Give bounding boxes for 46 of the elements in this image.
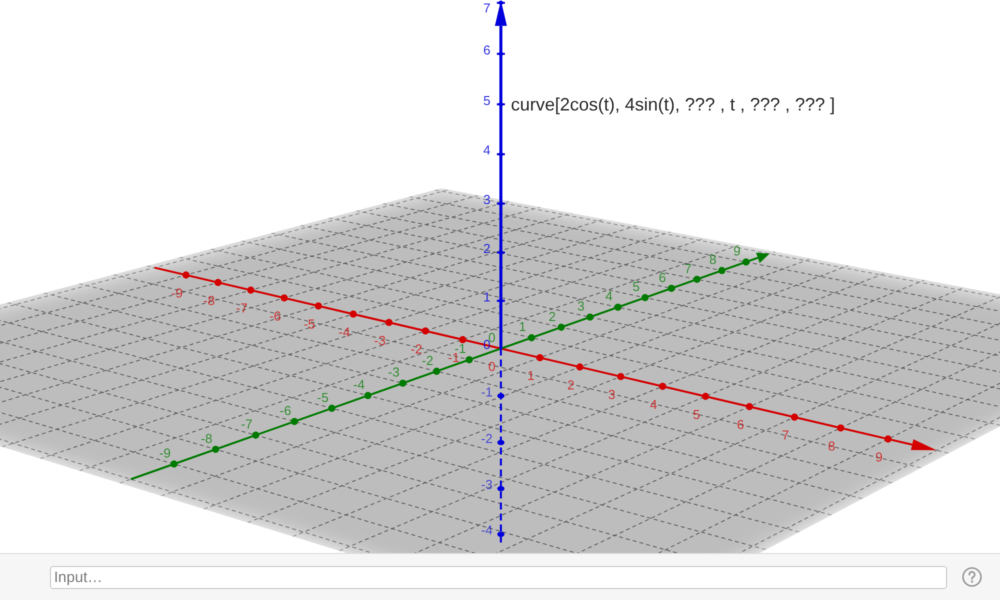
- tick-label: 3: [577, 298, 585, 314]
- tick-label: 9: [733, 244, 741, 258]
- tick-label: 4: [650, 396, 658, 412]
- tick-label: -3: [388, 364, 400, 380]
- tick-label: 1: [483, 289, 490, 304]
- tick-label: -9: [171, 286, 183, 300]
- tick-label: 4: [605, 288, 613, 304]
- help-icon[interactable]: [962, 567, 982, 587]
- tick-label: 1: [518, 319, 526, 334]
- tick-label: -6: [269, 308, 281, 324]
- tick-label: 5: [632, 279, 640, 294]
- tick-label: 2: [548, 308, 556, 324]
- tick-label: -4: [338, 324, 350, 340]
- tick-label: 5: [483, 92, 490, 108]
- tick-label: -2: [422, 352, 434, 368]
- tick-label: 4: [483, 142, 490, 158]
- tick-label: 7: [782, 428, 790, 443]
- tick-label: -3: [374, 332, 386, 348]
- tick-label: 1: [527, 368, 535, 384]
- tick-label: -6: [280, 402, 292, 418]
- tick-label: -9: [159, 446, 171, 460]
- input-field[interactable]: Input…: [50, 566, 947, 588]
- tick-label: 3: [483, 192, 490, 208]
- tick-label: 6: [658, 270, 666, 285]
- tick-label: 5: [692, 406, 700, 422]
- tick-label: -3: [481, 477, 493, 492]
- tick-label: -8: [203, 293, 215, 308]
- tick-label: 0: [488, 359, 496, 374]
- tick-label: 2: [483, 240, 490, 256]
- tick-label: -5: [304, 316, 316, 332]
- tick-label: -2: [410, 341, 422, 356]
- tick-label: -7: [240, 416, 252, 432]
- tick-label: -4: [481, 522, 493, 538]
- tick-label: 6: [483, 42, 490, 58]
- tick-label: -4: [353, 377, 365, 392]
- tick-label: 7: [684, 260, 692, 276]
- tick-label: -1: [448, 350, 460, 366]
- tick-label: 8: [828, 438, 836, 454]
- tick-label: 6: [736, 417, 744, 432]
- tick-label: 8: [709, 252, 716, 268]
- tick-label: -1: [481, 384, 493, 400]
- tick-label: -2: [481, 430, 493, 446]
- curve-label: curve[2cos(t), 4sin(t), ??? , t , ??? , ??? ]: [510, 94, 836, 114]
- tick-label: -5: [317, 390, 329, 405]
- tick-label: -8: [200, 430, 212, 446]
- tick-label: 7: [483, 0, 490, 16]
